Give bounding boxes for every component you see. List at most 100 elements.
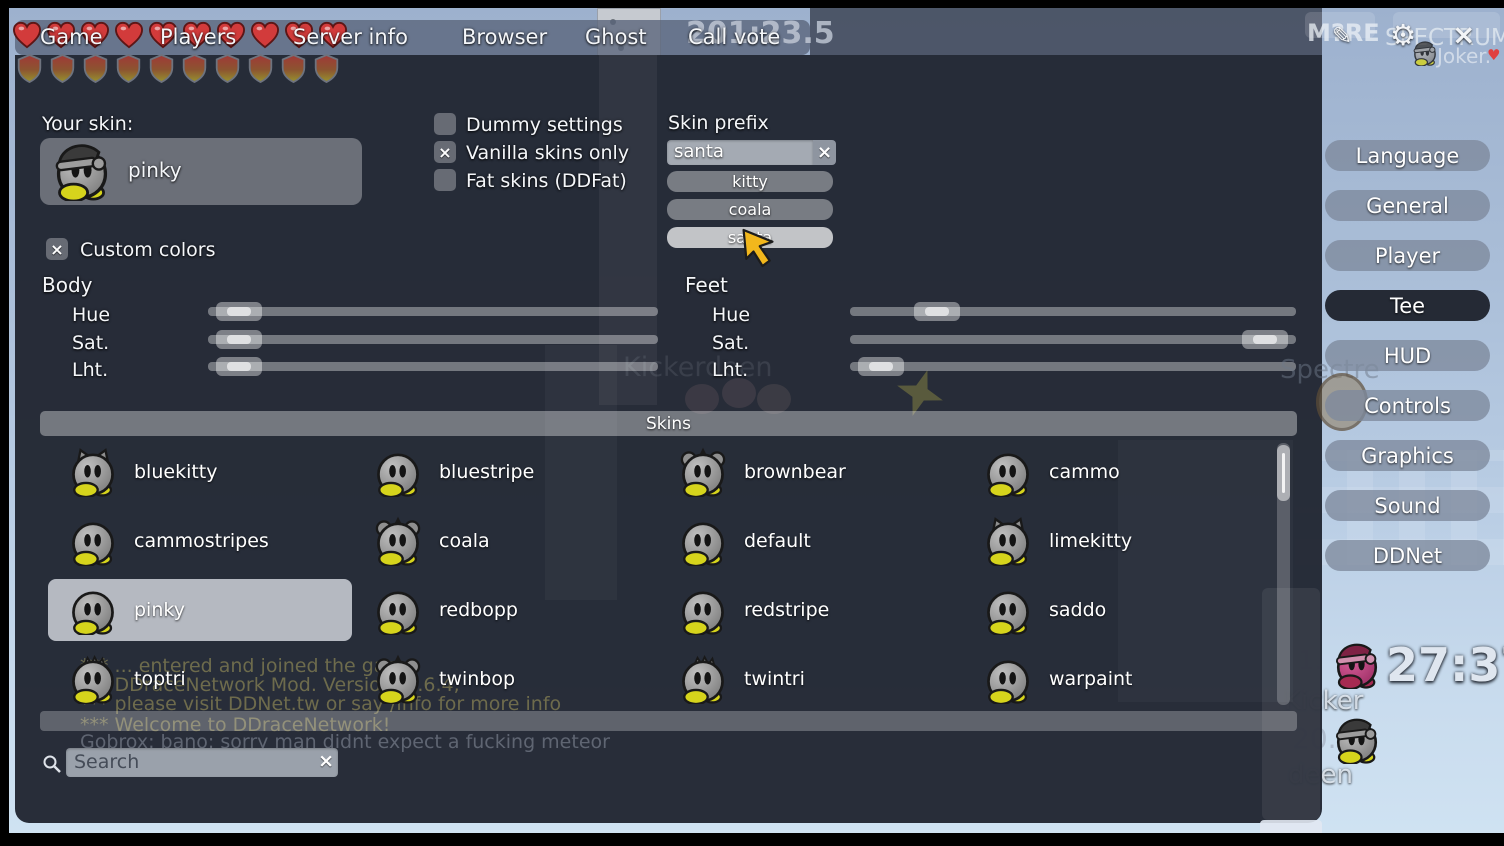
your-skin-label: Your skin: xyxy=(42,113,133,135)
tab-player[interactable]: Player xyxy=(1325,240,1490,271)
feet-sat-slider[interactable] xyxy=(850,330,1296,349)
body-hue-slider[interactable] xyxy=(208,302,658,321)
background-tee-faint xyxy=(757,384,791,414)
tee-skin-icon xyxy=(373,654,423,704)
tab-graphics[interactable]: Graphics xyxy=(1325,440,1490,471)
skin-item-default[interactable]: default xyxy=(658,510,962,572)
tee-skin-icon xyxy=(68,654,118,704)
scoreboard-best-time: 27:37 xyxy=(1386,638,1504,692)
tee-skin-icon xyxy=(678,654,728,704)
tee-skin-icon xyxy=(678,516,728,566)
tab-controls[interactable]: Controls xyxy=(1325,390,1490,421)
game-screen: M?RE SPECTRUM Joker. ♥ 1. 27:37 Kicker 2… xyxy=(0,0,1504,846)
menu-item-ghost[interactable]: Ghost xyxy=(585,25,647,49)
tee-skin-icon xyxy=(68,516,118,566)
skin-item-redbopp[interactable]: redbopp xyxy=(353,579,657,641)
scoreboard-tee-kicker xyxy=(1333,641,1381,689)
menu-item-browser[interactable]: Browser xyxy=(462,25,547,49)
body-lht-slider[interactable] xyxy=(208,357,658,376)
dummy-settings-label: Dummy settings xyxy=(466,114,623,136)
vanilla-skins-label: Vanilla skins only xyxy=(466,142,629,164)
background-tee-faint xyxy=(685,384,719,414)
tee-skin-icon xyxy=(68,585,118,635)
feet-section-label: Feet xyxy=(685,273,728,297)
skin-item-cammo[interactable]: cammo xyxy=(963,441,1267,503)
tee-skin-icon xyxy=(983,516,1033,566)
skin-search-input[interactable]: Search × xyxy=(66,748,338,777)
tab-general[interactable]: General xyxy=(1325,190,1490,221)
vanilla-skins-checkbox[interactable]: × xyxy=(434,141,456,163)
custom-colors-checkbox[interactable]: × xyxy=(46,238,68,260)
menu-item-server-info[interactable]: Server info xyxy=(293,25,408,49)
background-tee-faint xyxy=(722,378,756,408)
settings-gear-icon[interactable]: ⚙ xyxy=(1390,18,1416,52)
letterbox-left xyxy=(0,0,9,655)
search-icon xyxy=(42,754,62,774)
skin-item-bluekitty[interactable]: bluekitty xyxy=(48,441,352,503)
fat-skins-label: Fat skins (DDFat) xyxy=(466,170,627,192)
search-placeholder: Search xyxy=(74,751,139,773)
custom-colors-label: Custom colors xyxy=(80,239,216,261)
tee-skin-icon xyxy=(678,447,728,497)
skin-item-pinky[interactable]: pinky xyxy=(48,579,352,641)
skin-item-coala[interactable]: coala xyxy=(353,510,657,572)
skin-item-redstripe[interactable]: redstripe xyxy=(658,579,962,641)
tab-sound[interactable]: Sound xyxy=(1325,490,1490,521)
skin-item-brownbear[interactable]: brownbear xyxy=(658,441,962,503)
body-hue-label: Hue xyxy=(72,304,110,326)
body-sat-label: Sat. xyxy=(72,332,109,354)
feet-lht-slider[interactable] xyxy=(850,357,1296,376)
prefix-button-coala[interactable]: coala xyxy=(667,199,833,220)
skin-item-twinbop[interactable]: twinbop xyxy=(353,648,657,710)
edit-icon[interactable]: ✎ xyxy=(1332,22,1352,50)
tab-tee[interactable]: Tee xyxy=(1325,290,1490,321)
skin-item-toptri[interactable]: toptri xyxy=(48,648,352,710)
skin-item-warpaint[interactable]: warpaint xyxy=(963,648,1267,710)
tee-skin-icon xyxy=(373,447,423,497)
menu-item-players[interactable]: Players xyxy=(160,25,236,49)
body-sat-slider[interactable] xyxy=(208,330,658,349)
feet-hue-label: Hue xyxy=(712,304,750,326)
current-skin-tee-icon xyxy=(52,141,112,201)
fat-skins-checkbox[interactable] xyxy=(434,169,456,191)
skin-prefix-clear-button[interactable]: × xyxy=(813,140,836,165)
menu-item-game[interactable]: Game xyxy=(40,25,103,49)
background-dark-region xyxy=(810,8,1322,55)
skin-item-limekitty[interactable]: limekitty xyxy=(963,510,1267,572)
skin-prefix-value: santa xyxy=(674,141,724,162)
skin-prefix-label: Skin prefix xyxy=(668,112,769,134)
body-section-label: Body xyxy=(42,273,93,297)
armor-shields xyxy=(16,54,340,83)
current-skin-name: pinky xyxy=(128,158,182,182)
feet-lht-label: Lht. xyxy=(712,359,748,381)
skin-item-bluestripe[interactable]: bluestripe xyxy=(353,441,657,503)
skin-prefix-input[interactable]: santa xyxy=(667,140,813,165)
tab-hud[interactable]: HUD xyxy=(1325,340,1490,371)
skin-item-twintri[interactable]: twintri xyxy=(658,648,962,710)
letterbox-top xyxy=(0,0,1504,8)
tee-skin-icon xyxy=(983,447,1033,497)
dummy-settings-checkbox[interactable] xyxy=(434,113,456,135)
menu-item-call-vote[interactable]: Call vote xyxy=(688,25,780,49)
scoreboard-tee-deen xyxy=(1333,716,1381,764)
tab-language[interactable]: Language xyxy=(1325,140,1490,171)
skins-scrollbar-handle[interactable] xyxy=(1277,445,1290,501)
mouse-cursor xyxy=(740,228,776,268)
feet-sat-label: Sat. xyxy=(712,332,749,354)
skins-horizontal-scrollbar[interactable] xyxy=(40,711,1297,731)
tab-ddnet[interactable]: DDNet xyxy=(1325,540,1490,571)
tee-skin-icon xyxy=(373,516,423,566)
skins-list-header: Skins xyxy=(40,411,1297,436)
skin-item-saddo[interactable]: saddo xyxy=(963,579,1267,641)
body-lht-label: Lht. xyxy=(72,359,108,381)
tee-skin-icon xyxy=(373,585,423,635)
tee-skin-icon xyxy=(983,654,1033,704)
tee-skin-icon xyxy=(68,447,118,497)
prefix-button-kitty[interactable]: kitty xyxy=(667,171,833,192)
close-icon[interactable]: × xyxy=(1452,18,1475,51)
letterbox-bottom xyxy=(0,833,1504,846)
current-skin-preview: pinky xyxy=(40,138,362,205)
search-clear-icon[interactable]: × xyxy=(318,750,334,772)
skin-item-cammostripes[interactable]: cammostripes xyxy=(48,510,352,572)
feet-hue-slider[interactable] xyxy=(850,302,1296,321)
